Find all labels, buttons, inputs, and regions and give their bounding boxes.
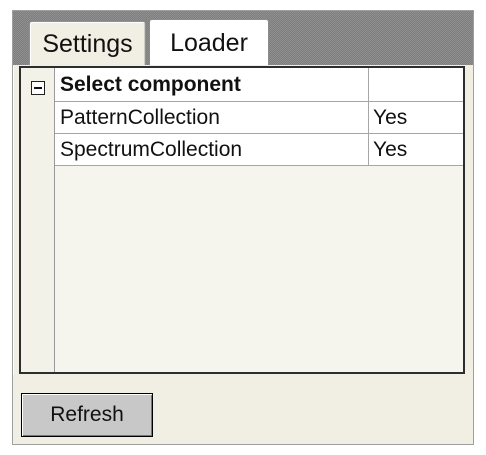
collapse-minus-icon[interactable] <box>31 81 45 95</box>
grid-gutter <box>21 68 55 372</box>
property-value[interactable]: Yes <box>369 134 463 165</box>
grid-empty-area <box>55 166 463 372</box>
property-name: PatternCollection <box>55 102 369 133</box>
page: Settings Loader Select component Pattern… <box>0 0 486 455</box>
tab-settings[interactable]: Settings <box>29 21 146 65</box>
loader-panel: Settings Loader Select component Pattern… <box>12 10 474 445</box>
category-label: Select component <box>55 68 369 101</box>
property-value[interactable]: Yes <box>369 102 463 133</box>
property-name: SpectrumCollection <box>55 134 369 165</box>
refresh-button[interactable]: Refresh <box>21 393 153 437</box>
category-value <box>369 68 463 101</box>
tab-loader[interactable]: Loader <box>149 19 269 65</box>
button-area: Refresh <box>13 375 473 443</box>
category-row[interactable]: Select component <box>55 68 463 102</box>
table-row[interactable]: PatternCollection Yes <box>55 102 463 134</box>
tab-strip: Settings Loader <box>13 11 473 65</box>
property-grid[interactable]: Select component PatternCollection Yes S… <box>19 66 465 374</box>
table-row[interactable]: SpectrumCollection Yes <box>55 134 463 166</box>
